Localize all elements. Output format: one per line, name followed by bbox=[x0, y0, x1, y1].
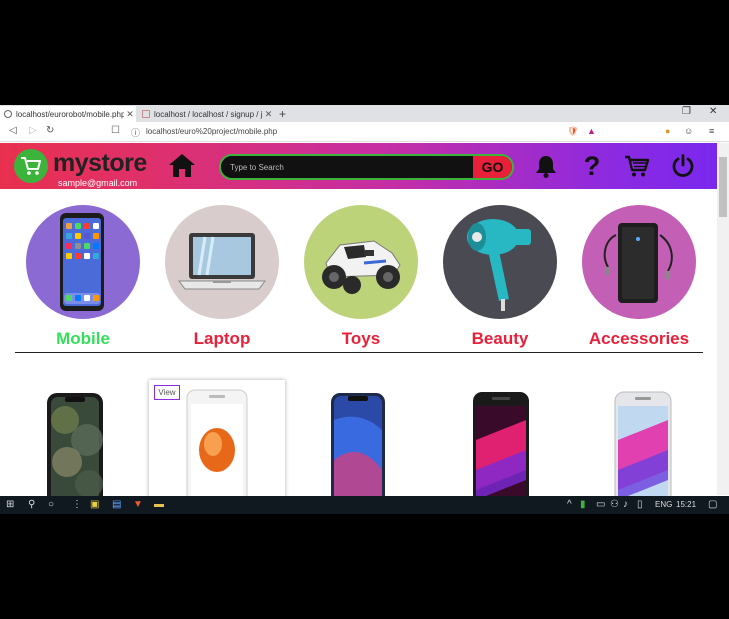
product-image bbox=[473, 392, 529, 513]
scrollbar-thumb[interactable] bbox=[719, 157, 727, 217]
power-bank-image[interactable] bbox=[582, 205, 696, 319]
go-button[interactable]: GO bbox=[473, 156, 512, 178]
back-icon[interactable]: ◁ bbox=[9, 125, 17, 136]
bell-icon[interactable] bbox=[533, 153, 559, 179]
tray-chevron-icon[interactable]: ^ bbox=[567, 499, 572, 510]
windows-start-icon[interactable]: ⊞ bbox=[6, 499, 14, 510]
user-email: sample@gmail.com bbox=[58, 178, 138, 188]
search-input[interactable] bbox=[221, 156, 473, 178]
home-glyph bbox=[169, 154, 195, 177]
product-card[interactable] bbox=[432, 380, 568, 513]
tab-mobile[interactable]: localhost/eurorobot/mobile.php ✕ bbox=[0, 106, 136, 122]
page-scrollbar[interactable] bbox=[717, 143, 729, 495]
brave-shield-icon[interactable]: 🛡 bbox=[567, 126, 578, 137]
separator-icon: ⋮ bbox=[72, 499, 82, 510]
search-bar: GO bbox=[219, 154, 514, 180]
rewards-icon[interactable]: ▲ bbox=[587, 126, 596, 136]
section-divider bbox=[15, 352, 703, 353]
category-label[interactable]: Mobile bbox=[8, 329, 158, 349]
profile-icon[interactable]: ☺ bbox=[684, 126, 693, 136]
url-field[interactable]: localhost/euro%20project/mobile.php bbox=[146, 127, 277, 136]
language-indicator[interactable]: ENG bbox=[655, 500, 672, 509]
brave-taskbar-icon[interactable]: ▼ bbox=[133, 499, 143, 510]
search-icon[interactable]: ⚲ bbox=[28, 499, 35, 510]
help-icon[interactable]: ? bbox=[579, 151, 605, 181]
site-header: mystore sample@gmail.com GO ? bbox=[0, 143, 717, 189]
power-icon[interactable] bbox=[670, 153, 696, 179]
category-toys[interactable]: Toys bbox=[304, 205, 418, 348]
reload-icon[interactable]: ↻ bbox=[46, 125, 54, 136]
notepad-icon[interactable]: ▤ bbox=[112, 499, 121, 510]
forward-icon[interactable]: ▷ bbox=[29, 125, 37, 136]
smartphone-graphic bbox=[26, 205, 140, 319]
product-card[interactable] bbox=[290, 380, 426, 513]
windows-taskbar: ⊞ ⚲ ○ ⋮ ▣ ▤ ▼ ▬ ^ ▮ ▭ ⚇ ♪ ▯ ENG 15:21 ▢ bbox=[0, 496, 729, 514]
view-button[interactable]: View bbox=[154, 385, 180, 400]
power-bank-graphic bbox=[582, 205, 696, 319]
clock[interactable]: 15:21 bbox=[676, 500, 696, 509]
hair-dryer-image[interactable] bbox=[443, 205, 557, 319]
tab-strip: localhost/eurorobot/mobile.php ✕ localho… bbox=[0, 105, 729, 122]
cart-logo-glyph bbox=[21, 157, 41, 175]
category-accessories[interactable]: Accessories bbox=[582, 205, 696, 348]
laptop-image[interactable] bbox=[165, 205, 279, 319]
extension-icon[interactable]: ● bbox=[665, 126, 670, 136]
tab-title: localhost/eurorobot/mobile.php bbox=[16, 109, 125, 119]
home-icon[interactable] bbox=[168, 152, 196, 180]
product-card[interactable]: View bbox=[149, 380, 285, 513]
battery-icon[interactable]: ▭ bbox=[596, 499, 605, 510]
restore-window-icon[interactable]: ❐ bbox=[682, 106, 691, 117]
category-label[interactable]: Accessories bbox=[564, 329, 714, 349]
laptop-graphic bbox=[165, 205, 279, 319]
close-tab-icon[interactable]: ✕ bbox=[124, 109, 136, 120]
category-label[interactable]: Beauty bbox=[425, 329, 575, 349]
action-center-icon[interactable]: ▢ bbox=[708, 499, 717, 510]
category-mobile[interactable]: Mobile bbox=[26, 205, 140, 348]
product-image bbox=[47, 393, 103, 513]
sticky-notes-icon[interactable]: ▣ bbox=[90, 499, 99, 510]
file-explorer-icon[interactable]: ▬ bbox=[154, 499, 164, 510]
product-image bbox=[331, 393, 385, 513]
hair-dryer-graphic bbox=[443, 205, 557, 319]
tray-app-icon[interactable]: ▮ bbox=[580, 499, 586, 510]
phpmyadmin-icon bbox=[142, 110, 150, 118]
globe-icon bbox=[4, 110, 12, 118]
bookmark-icon[interactable]: ☐ bbox=[111, 125, 120, 136]
menu-icon[interactable]: ≡ bbox=[709, 126, 714, 136]
cart-glyph bbox=[625, 155, 650, 177]
new-tab-button[interactable]: + bbox=[279, 107, 286, 121]
bell-glyph bbox=[536, 156, 556, 178]
cart-logo-icon[interactable] bbox=[14, 149, 48, 183]
category-beauty[interactable]: Beauty bbox=[443, 205, 557, 348]
category-laptop[interactable]: Laptop bbox=[165, 205, 279, 348]
volume-icon[interactable]: ♪ bbox=[623, 499, 628, 510]
address-bar: ◁ ▷ ↻ ☐ ⓘ localhost/euro%20project/mobil… bbox=[0, 122, 729, 142]
close-window-icon[interactable]: ✕ bbox=[709, 106, 717, 117]
task-view-icon[interactable]: ○ bbox=[48, 499, 54, 510]
product-card[interactable] bbox=[7, 380, 143, 513]
tab-title: localhost / localhost / signup / jmp bbox=[154, 109, 264, 119]
toy-car-graphic bbox=[304, 205, 418, 319]
toy-car-image[interactable] bbox=[304, 205, 418, 319]
tab-signup[interactable]: localhost / localhost / signup / jmp ✕ bbox=[138, 106, 274, 122]
power-glyph bbox=[672, 154, 694, 177]
network-icon[interactable]: ⚇ bbox=[610, 499, 619, 510]
product-image bbox=[614, 391, 672, 513]
brand-name[interactable]: mystore bbox=[53, 149, 147, 178]
notification-icon[interactable]: ▯ bbox=[637, 499, 643, 510]
close-tab-icon[interactable]: ✕ bbox=[263, 109, 274, 120]
cart-icon[interactable] bbox=[624, 153, 650, 179]
smartphone-image[interactable] bbox=[26, 205, 140, 319]
info-icon[interactable]: ⓘ bbox=[131, 126, 140, 139]
category-label[interactable]: Toys bbox=[286, 329, 436, 349]
help-glyph: ? bbox=[583, 151, 601, 181]
category-label[interactable]: Laptop bbox=[147, 329, 297, 349]
product-card[interactable] bbox=[573, 380, 709, 513]
browser-window: localhost/eurorobot/mobile.php ✕ localho… bbox=[0, 105, 729, 513]
